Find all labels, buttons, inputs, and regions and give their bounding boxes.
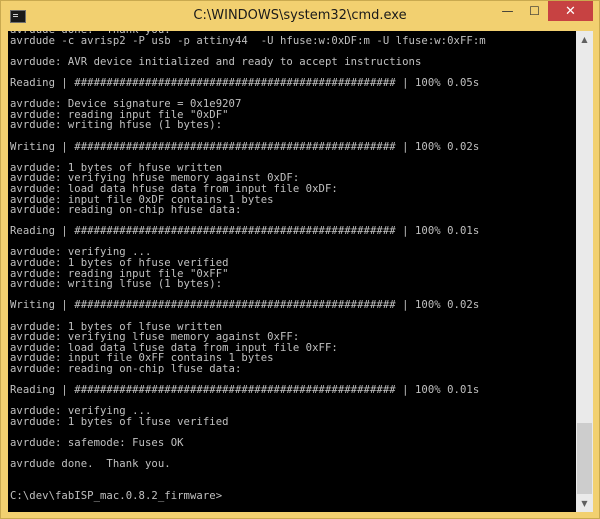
vertical-scrollbar[interactable]: ▲ ▼ <box>576 31 593 512</box>
console-line: Reading | ##############################… <box>10 384 480 397</box>
scroll-thumb[interactable] <box>577 423 592 494</box>
scroll-up-arrow-icon[interactable]: ▲ <box>576 31 593 48</box>
console-line: avrdude: 1 bytes of lfuse verified <box>10 415 229 428</box>
minimize-button[interactable]: — <box>494 1 521 21</box>
console-line: avrdude done. Thank you. <box>10 458 171 471</box>
console-line: avrdude: writing lfuse (1 bytes): <box>10 278 223 291</box>
window-controls: — ☐ ✕ <box>494 1 593 22</box>
console-line: avrdude: AVR device initialized and read… <box>10 55 422 68</box>
console-line: Writing | ##############################… <box>10 140 480 153</box>
cmd-window: C:\WINDOWS\system32\cmd.exe — ☐ ✕ avrdud… <box>0 0 600 519</box>
console-line: Reading | ##############################… <box>10 225 480 238</box>
console-line: Writing | ##############################… <box>10 299 480 312</box>
console-output[interactable]: avrdude done. Thank you. avrdude -c avris… <box>8 31 576 512</box>
close-button[interactable]: ✕ <box>548 1 593 21</box>
console-lines: avrdude done. Thank you. avrdude -c avris… <box>10 31 486 502</box>
console-line: avrdude: safemode: Fuses OK <box>10 437 184 450</box>
console-line: C:\dev\fabISP_mac.0.8.2_firmware> <box>10 490 223 503</box>
console-line: Reading | ##############################… <box>10 76 480 89</box>
maximize-button[interactable]: ☐ <box>521 1 548 21</box>
console-line: avrdude -c avrisp2 -P usb -p attiny44 -U… <box>10 34 486 47</box>
console-line: avrdude: writing hfuse (1 bytes): <box>10 119 223 132</box>
console-line: avrdude: reading on-chip lfuse data: <box>10 363 242 375</box>
console-line: avrdude: reading on-chip hfuse data: <box>10 204 242 217</box>
console-line: avrdude: load data hfuse data from input… <box>10 182 338 195</box>
title-bar[interactable]: C:\WINDOWS\system32\cmd.exe — ☐ ✕ <box>1 1 599 31</box>
scroll-down-arrow-icon[interactable]: ▼ <box>576 495 593 512</box>
